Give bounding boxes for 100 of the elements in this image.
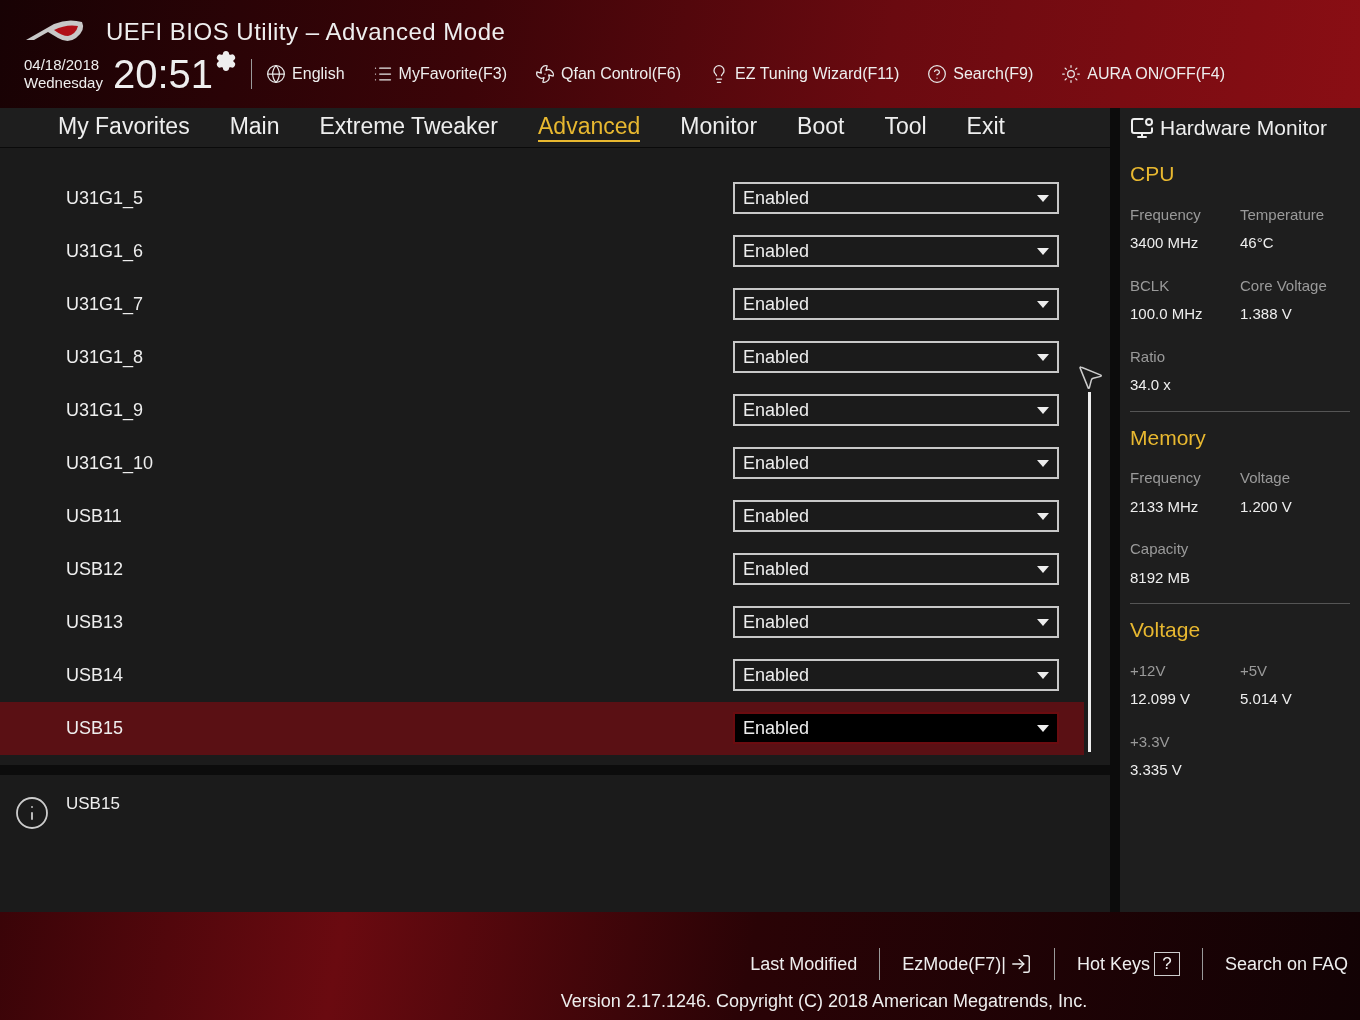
light-icon <box>1061 64 1082 84</box>
setting-label: USB11 <box>66 504 123 528</box>
nav-tab[interactable]: Main <box>229 112 280 143</box>
setting-row[interactable]: USB12 Enabled <box>0 542 1084 596</box>
footer-link[interactable]: Last Modified <box>750 950 858 978</box>
setting-row[interactable]: USB15 Enabled <box>0 701 1084 755</box>
caret-icon <box>1037 300 1049 308</box>
toolbar-button[interactable]: EZ Tuning Wizard(F11) <box>709 62 900 86</box>
help-text: USB15 <box>66 793 120 816</box>
setting-label: USB13 <box>66 610 125 634</box>
footer-link[interactable]: Search on FAQ <box>1224 950 1348 978</box>
metric-value: 3.335 V <box>1130 760 1183 780</box>
settings-icon[interactable] <box>215 50 238 72</box>
metric-label: +3.3V <box>1130 731 1171 752</box>
nav-tab[interactable]: My Favorites <box>58 112 190 143</box>
dropdown[interactable]: Enabled <box>733 235 1059 268</box>
setting-row[interactable]: U31G1_6 Enabled <box>0 224 1084 278</box>
nav-tab[interactable]: Boot <box>797 112 845 143</box>
metric-label: Frequency <box>1130 468 1202 488</box>
metric-label: Ratio <box>1130 346 1167 367</box>
dropdown[interactable]: Enabled <box>733 341 1059 374</box>
metric-value: 5.014 V <box>1240 689 1293 709</box>
footer-link[interactable]: Hot Keys ? <box>1076 950 1180 978</box>
nav-tab[interactable]: Tool <box>884 112 927 143</box>
setting-label: U31G1_10 <box>66 451 155 476</box>
nav-tab[interactable]: Monitor <box>680 112 758 143</box>
setting-label: USB15 <box>66 716 125 740</box>
caret-icon <box>1037 353 1049 361</box>
globe-icon <box>266 64 287 84</box>
date-text: 04/18/2018 <box>24 56 101 74</box>
metric-label: Frequency <box>1130 204 1202 225</box>
setting-label: U31G1_5 <box>66 186 145 211</box>
setting-label: USB14 <box>66 663 125 687</box>
metric-label: Capacity <box>1130 539 1190 559</box>
weekday-text: Wednesday <box>24 74 103 92</box>
metric-value: 3400 MHz <box>1130 233 1200 253</box>
toolbar-button[interactable]: Search(F9) <box>927 62 1034 86</box>
metric-value: 34.0 x <box>1130 375 1172 395</box>
nav-tab[interactable]: Extreme Tweaker <box>319 112 499 143</box>
dropdown[interactable]: Enabled <box>733 288 1059 321</box>
setting-row[interactable]: USB11 Enabled <box>0 489 1084 543</box>
metric-label: BCLK <box>1130 275 1171 296</box>
toolbar-button[interactable]: AURA ON/OFF(F4) <box>1061 62 1226 86</box>
setting-row[interactable]: U31G1_10 Enabled <box>0 436 1084 490</box>
metric-value: 100.0 MHz <box>1130 304 1204 324</box>
setting-label: U31G1_9 <box>66 398 145 423</box>
section-title: CPU <box>1130 161 1176 187</box>
setting-row[interactable]: U31G1_7 Enabled <box>0 277 1084 331</box>
setting-row[interactable]: USB14 Enabled <box>0 648 1084 702</box>
setting-row[interactable]: U31G1_5 Enabled <box>0 171 1084 225</box>
nav-tab[interactable]: Advanced <box>538 112 641 143</box>
caret-icon <box>1037 671 1049 679</box>
window-title: UEFI BIOS Utility – Advanced Mode <box>106 17 506 47</box>
dropdown[interactable]: Enabled <box>733 659 1059 692</box>
metric-label: +12V <box>1130 660 1167 681</box>
clock-time: 20:51 <box>112 54 214 94</box>
caret-icon <box>1037 565 1049 573</box>
key-glyph: ? <box>1153 952 1180 976</box>
dropdown[interactable]: Enabled <box>733 394 1059 427</box>
metric-label: Voltage <box>1240 468 1292 488</box>
caret-icon <box>1037 459 1049 467</box>
nav-tab[interactable]: Exit <box>966 112 1005 143</box>
question-icon <box>927 64 948 84</box>
metric-value: 1.200 V <box>1240 496 1293 517</box>
caret-icon <box>1037 406 1049 414</box>
setting-label: U31G1_7 <box>66 292 145 317</box>
caret-icon <box>1037 512 1049 520</box>
metric-label: Core Voltage <box>1240 275 1328 296</box>
dropdown[interactable]: Enabled <box>733 712 1059 745</box>
caret-icon <box>1037 194 1049 202</box>
section-title: Voltage <box>1130 617 1202 643</box>
dropdown[interactable]: Enabled <box>733 606 1059 639</box>
dropdown[interactable]: Enabled <box>733 553 1059 586</box>
metric-value: 46°C <box>1240 233 1275 253</box>
metric-value: 2133 MHz <box>1130 496 1200 517</box>
setting-label: U31G1_6 <box>66 239 145 264</box>
metric-value: 8192 MB <box>1130 567 1192 588</box>
scrollbar-thumb[interactable] <box>1087 391 1091 752</box>
setting-row[interactable]: U31G1_9 Enabled <box>0 383 1084 437</box>
setting-row[interactable]: USB13 Enabled <box>0 595 1084 649</box>
panel-title: Hardware Monitor <box>1160 115 1327 142</box>
metric-value: 12.099 V <box>1130 689 1192 709</box>
monitor-icon <box>1130 116 1154 140</box>
metric-label: +5V <box>1240 660 1269 681</box>
toolbar-button[interactable]: English <box>266 62 345 86</box>
setting-label: U31G1_8 <box>66 345 145 370</box>
setting-row[interactable]: U31G1_8 Enabled <box>0 330 1084 384</box>
setting-label: USB12 <box>66 557 125 581</box>
toolbar-button[interactable]: Qfan Control(F6) <box>535 62 682 86</box>
toolbar-button[interactable]: MyFavorite(F3) <box>372 62 507 86</box>
dropdown[interactable]: Enabled <box>733 447 1059 480</box>
version-text: Version 2.17.1246. Copyright (C) 2018 American Megatrends, Inc. <box>560 990 1088 1013</box>
fan-icon <box>535 64 555 84</box>
caret-icon <box>1037 618 1049 626</box>
dropdown[interactable]: Enabled <box>733 500 1059 533</box>
info-icon <box>14 795 50 832</box>
exit-icon <box>1009 953 1032 975</box>
metric-label: Temperature <box>1240 204 1326 225</box>
dropdown[interactable]: Enabled <box>733 182 1059 215</box>
footer-link[interactable]: EzMode(F7)| <box>902 950 1032 978</box>
